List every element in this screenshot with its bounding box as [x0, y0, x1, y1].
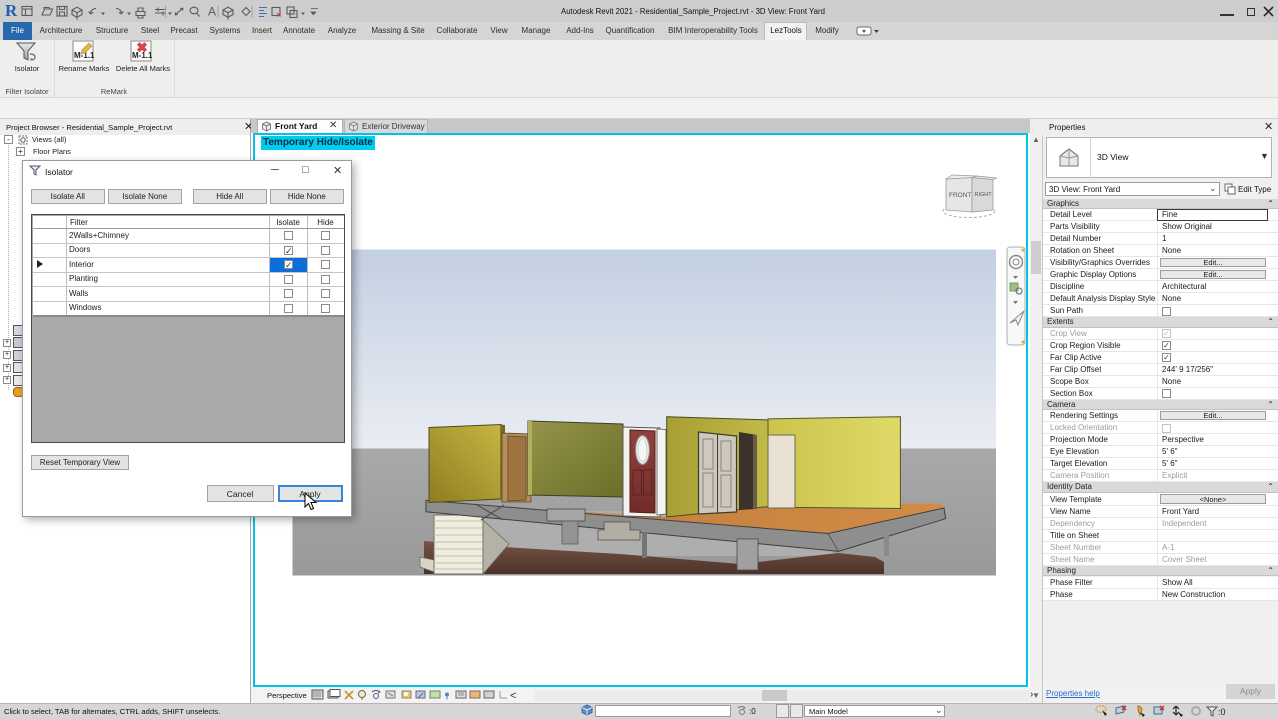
svg-text::0: :0	[1218, 707, 1226, 717]
svg-text:M-1.1: M-1.1	[132, 51, 152, 60]
svg-text:A: A	[208, 5, 216, 19]
svg-text:RIGHT: RIGHT	[975, 192, 993, 198]
svg-text:FRONT: FRONT	[949, 192, 971, 199]
svg-text:<: <	[510, 690, 516, 702]
